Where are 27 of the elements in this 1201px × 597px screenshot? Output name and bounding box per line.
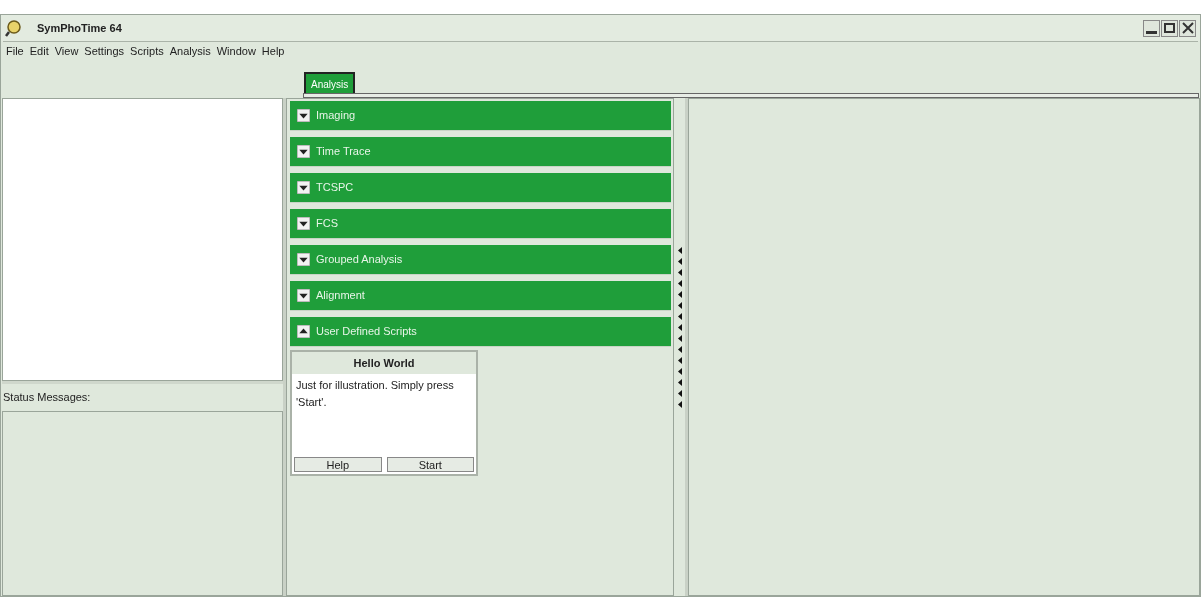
minimize-button[interactable] bbox=[1143, 19, 1160, 37]
menu-item[interactable]: Settings bbox=[84, 42, 125, 60]
close-button[interactable] bbox=[1179, 19, 1196, 37]
card-title: Hello World bbox=[352, 355, 416, 371]
menu-item[interactable]: View bbox=[54, 42, 79, 60]
expand-icon[interactable] bbox=[297, 109, 310, 122]
card-button[interactable]: Help bbox=[294, 457, 382, 472]
status-label: Status Messages: bbox=[3, 390, 91, 406]
minimize-icon bbox=[1146, 30, 1157, 34]
expand-icon[interactable] bbox=[297, 145, 310, 158]
menu-item[interactable]: Scripts bbox=[130, 42, 164, 60]
menu-item[interactable]: Window bbox=[216, 42, 256, 60]
card-button[interactable]: Start bbox=[386, 457, 474, 472]
script-description: Just for illustration. Simply press 'Start'. bbox=[292, 374, 476, 455]
menu-item[interactable]: Edit bbox=[29, 42, 49, 60]
menu-item[interactable]: Analysis bbox=[169, 42, 211, 60]
close-icon bbox=[1181, 22, 1194, 34]
expand-icon[interactable] bbox=[297, 181, 310, 194]
menu-item[interactable]: Help bbox=[261, 42, 285, 60]
window-title: SymPhoTime 64 bbox=[37, 20, 122, 36]
maximize-button[interactable] bbox=[1161, 19, 1178, 37]
menu-item[interactable]: File bbox=[6, 42, 24, 60]
maximize-icon bbox=[1164, 23, 1175, 33]
expand-icon[interactable] bbox=[297, 217, 310, 230]
collapse-icon[interactable] bbox=[297, 325, 310, 338]
expand-icon[interactable] bbox=[297, 253, 310, 266]
expand-icon[interactable] bbox=[297, 289, 310, 302]
